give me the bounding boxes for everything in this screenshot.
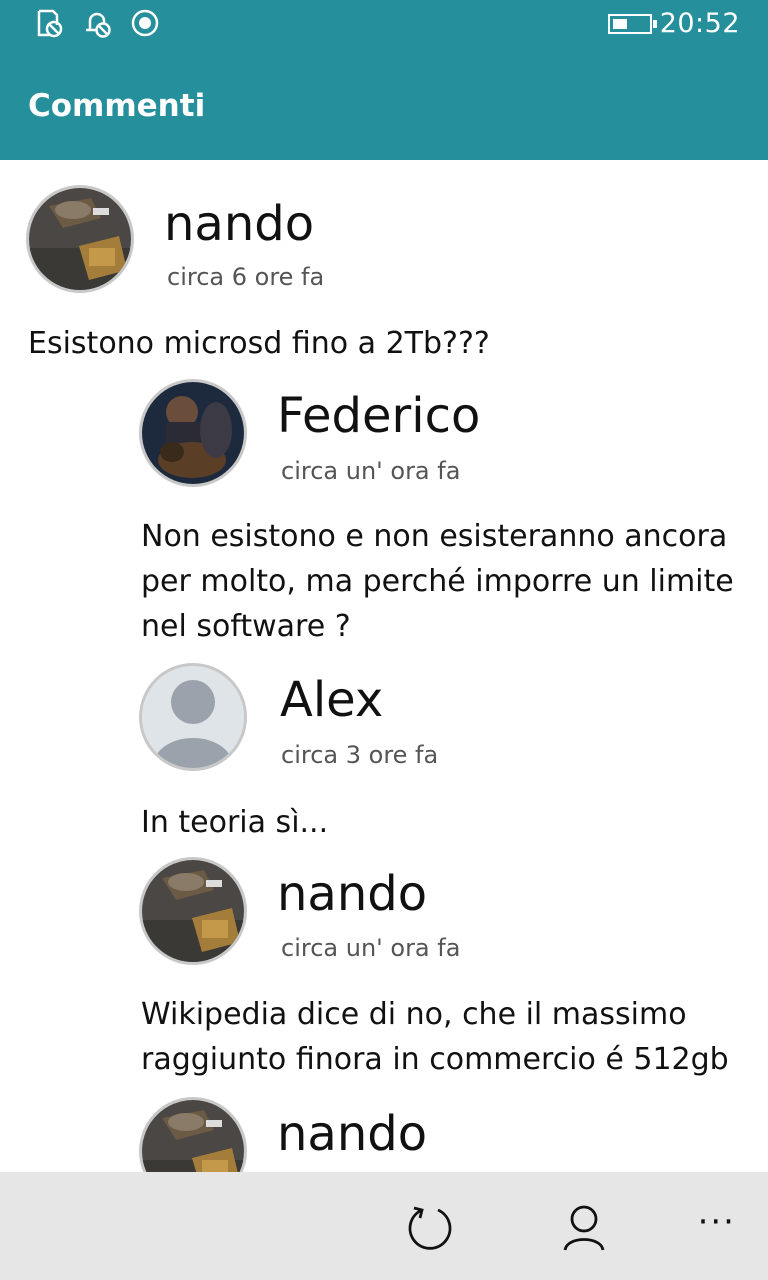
avatar[interactable]: [26, 185, 134, 293]
default-user-icon: [142, 666, 244, 768]
photo-food-icon: [29, 188, 131, 290]
comment-time: circa 6 ore fa: [167, 263, 325, 291]
comments-list[interactable]: nando circa 6 ore fa Esistono microsd fi…: [0, 160, 768, 1172]
comment-author[interactable]: nando: [164, 196, 314, 252]
reply-text: In teoria sì...: [141, 805, 329, 840]
notification-off-icon: [86, 12, 111, 38]
page-title: Commenti: [28, 88, 206, 124]
reply-author[interactable]: Alex: [280, 672, 383, 728]
battery-icon: [608, 14, 657, 34]
alarm-off-icon: [37, 9, 63, 38]
account-button[interactable]: [556, 1200, 612, 1256]
photo-food-icon: [142, 860, 244, 962]
clock: 20:52: [659, 8, 740, 39]
app-bar: Commenti: [0, 50, 768, 160]
reply-time: circa un' ora fa: [281, 457, 461, 485]
bottom-app-bar: ···: [0, 1172, 768, 1280]
account-icon: [563, 1205, 605, 1251]
comment-text: Esistono microsd fino a 2Tb???: [28, 326, 490, 361]
reply-author[interactable]: nando: [277, 1106, 427, 1162]
photo-food-icon: [142, 1100, 244, 1172]
reply-text: Non esistono e non esisteranno ancora pe…: [141, 519, 734, 644]
avatar[interactable]: [139, 1097, 247, 1172]
avatar[interactable]: [139, 663, 247, 771]
status-bar: 20:52: [0, 0, 768, 50]
reply-text: Wikipedia dice di no, che il massimo rag…: [141, 997, 729, 1077]
reply-time: circa un' ora fa: [281, 934, 461, 962]
reply-author[interactable]: nando: [277, 866, 427, 922]
avatar[interactable]: [139, 857, 247, 965]
reply-author[interactable]: Federico: [277, 388, 480, 444]
photo-dog-icon: [142, 382, 244, 484]
refresh-button[interactable]: [402, 1200, 458, 1256]
more-icon[interactable]: ···: [698, 1202, 736, 1242]
reply-time: circa 3 ore fa: [281, 741, 439, 769]
record-icon: [131, 9, 159, 37]
avatar[interactable]: [139, 379, 247, 487]
refresh-icon: [408, 1206, 452, 1250]
